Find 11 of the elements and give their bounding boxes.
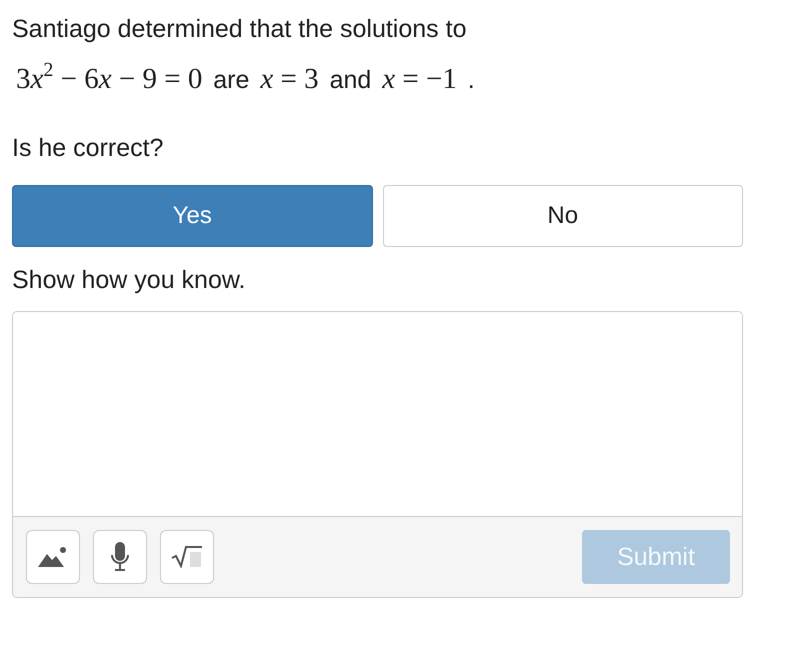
answer-choice[interactable]: No bbox=[382, 185, 743, 247]
answer-choice[interactable]: Yes bbox=[12, 185, 372, 247]
image-button[interactable] bbox=[26, 530, 80, 584]
microphone-icon bbox=[110, 542, 130, 572]
square-root-icon bbox=[171, 546, 203, 568]
question-text: Is he correct? bbox=[12, 133, 164, 164]
microphone-button[interactable] bbox=[93, 530, 147, 584]
instruction-text: Show how you know. bbox=[12, 265, 246, 296]
image-icon bbox=[38, 546, 68, 568]
problem-text: Santiago determined that the solutions to 3x$^{2}$ − 6x − 9 = 0 are x = 3 and x = −1 . bbox=[12, 14, 476, 97]
square-root-button[interactable] bbox=[160, 530, 214, 584]
